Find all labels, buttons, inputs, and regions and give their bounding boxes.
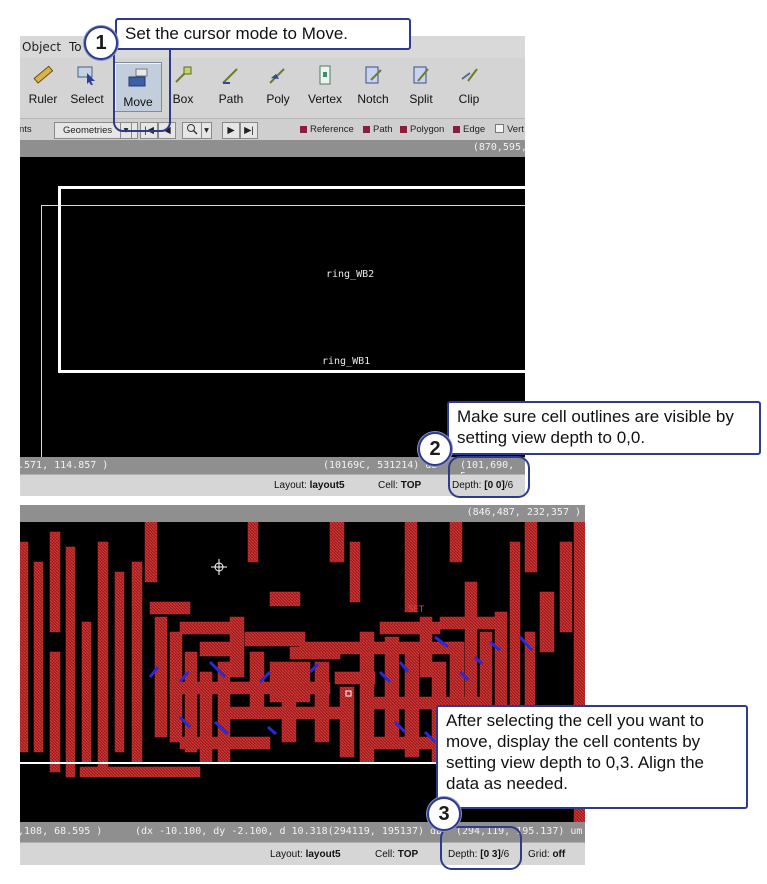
top-layout-info: Layout: layout5 [274,480,345,491]
select-tool-button[interactable]: Select [64,58,110,116]
zoom-dropdown-arrow[interactable]: ▾ [201,122,212,139]
select-icon [77,66,95,85]
path-swatch-icon [363,126,370,133]
menu-tools[interactable]: To [69,40,82,54]
notch-icon [365,66,382,84]
depth-03-highlight [440,826,522,870]
move-cursor-icon [211,559,227,575]
ring-wb2-cell-outline[interactable] [58,186,525,373]
zoom-icon [187,124,198,135]
filter-reference[interactable]: Reference [300,124,354,135]
split-icon [413,66,429,84]
callout-2: Make sure cell outlines are visible by s… [447,401,761,455]
bottom-editor-window: (846,487, 232,357 ) SET ,108, 68.595) (… [20,505,585,865]
polygon-swatch-icon [400,126,407,133]
callout-1: Set the cursor mode to Move. [115,18,411,50]
bottom-layout-info: Layout: layout5 [270,849,341,860]
net-label-set: SET [408,605,425,615]
edit-toolbar: Ruler Select Move Box Path Poly Vertex N… [20,58,525,118]
bottom-cell-info: Cell: TOP [375,849,419,860]
poly-tool-button[interactable]: Poly [255,58,301,116]
notch-tool-button[interactable]: Notch [350,58,396,116]
path-icon [222,68,238,84]
bottom-status-mid: (dx -10.100, dy -2.100, d 10.318(294119,… [135,826,443,837]
poly-icon [269,68,285,84]
vertex-icon [319,65,331,85]
split-tool-button[interactable]: Split [398,58,444,116]
filter-edge[interactable]: Edge [453,124,485,135]
vert-swatch-icon [495,124,504,133]
clip-icon [461,68,478,82]
next-button[interactable]: ▶ [222,122,240,139]
filter-path[interactable]: Path [363,124,393,135]
step-2-badge: 2 [418,432,452,466]
bottom-status-left: ,108, 68.595 ) [20,826,103,837]
depth-00-highlight [448,456,530,498]
top-cell-info: Cell: TOP [378,480,422,491]
last-button[interactable]: ▶| [240,122,258,139]
filter-vert[interactable]: Vert [495,124,524,135]
ruler-tool-button[interactable]: Ruler [20,58,66,116]
top-cursor-coords-bar: (870,595, [20,140,525,157]
clip-tool-button[interactable]: Clip [446,58,492,116]
cell-label-ring-wb2: ring_WB2 [326,269,375,280]
top-status-left: .571, 114.857 ) [20,460,109,471]
bottom-cursor-coords: (846,487, 232,357 ) [466,507,581,518]
options-left-text: nts [20,124,32,135]
options-bar: nts Geometries ▾ |◀ ◀ ▾ ▶ ▶| Reference P… [20,118,525,142]
bottom-cursor-coords-bar: (846,487, 232,357 ) [20,505,585,522]
top-status-mid: (10169C, 531214) db [323,460,438,471]
step-3-badge: 3 [427,797,461,831]
top-cursor-coords: (870,595, [472,142,525,153]
bottom-grid-info[interactable]: Grid: off [528,849,565,860]
callout-3: After selecting the cell you want to mov… [436,705,748,809]
filter-polygon[interactable]: Polygon [400,124,444,135]
cell-label-ring-wb1: ring_WB1 [322,356,371,367]
edge-swatch-icon [453,126,460,133]
box-icon [175,66,192,83]
reference-swatch-icon [300,126,307,133]
step-1-badge: 1 [84,26,118,60]
zoom-button[interactable] [182,122,202,139]
move-tool-highlight [113,40,171,132]
ruler-icon [33,65,54,84]
path-tool-button[interactable]: Path [208,58,254,116]
vertex-tool-button[interactable]: Vertex [302,58,348,116]
menu-object[interactable]: Object [22,40,61,54]
